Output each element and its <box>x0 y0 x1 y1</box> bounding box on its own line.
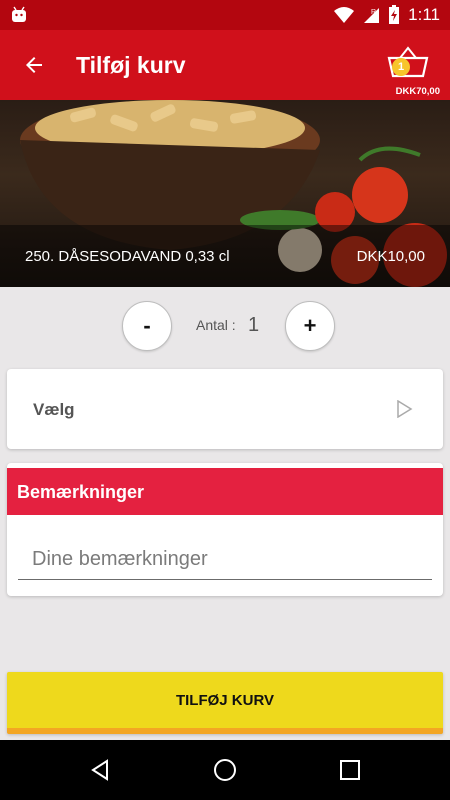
status-time: 1:11 <box>408 5 440 24</box>
remarks-card: Bemærkninger <box>7 463 443 596</box>
nav-home-icon[interactable] <box>213 758 237 782</box>
nav-back-icon[interactable] <box>88 758 112 782</box>
app-bar: Tilføj kurv 1 DKK70,00 <box>0 30 450 100</box>
page-title: Tilføj kurv <box>76 52 186 78</box>
quantity-value: 1 <box>248 314 260 336</box>
signal-icon: R <box>364 8 380 23</box>
quantity-label: Antal : <box>196 317 236 333</box>
play-arrow-icon <box>397 400 413 418</box>
product-image: 250. DÅSESODAVAND 0,33 cl DKK10,00 <box>0 100 450 287</box>
battery-charging-icon <box>389 5 400 24</box>
cart-button[interactable]: 1 DKK70,00 <box>380 40 440 97</box>
nav-recents-icon[interactable] <box>338 758 362 782</box>
svg-text:R: R <box>371 9 376 16</box>
product-name: 250. DÅSESODAVAND 0,33 cl <box>25 248 230 265</box>
decrease-quantity-button[interactable]: - <box>122 301 172 351</box>
remarks-header: Bemærkninger <box>7 468 443 515</box>
system-nav-bar <box>0 740 450 800</box>
remarks-title: Bemærkninger <box>17 482 145 502</box>
wifi-icon <box>334 7 355 23</box>
remarks-input[interactable] <box>18 540 432 580</box>
cart-total: DKK70,00 <box>395 86 440 97</box>
back-button[interactable] <box>18 50 50 80</box>
increase-quantity-button[interactable]: + <box>285 301 335 351</box>
cart-count-badge: 1 <box>392 58 410 76</box>
choose-option-card[interactable]: Vælg <box>7 369 443 449</box>
add-to-cart-button[interactable]: TILFØJ KURV <box>7 672 443 734</box>
android-icon <box>12 6 26 22</box>
choose-option-label: Vælg <box>33 400 75 419</box>
product-price: DKK10,00 <box>356 248 425 265</box>
status-bar: R 1:11 <box>0 0 450 30</box>
arrow-back-icon <box>26 57 42 73</box>
